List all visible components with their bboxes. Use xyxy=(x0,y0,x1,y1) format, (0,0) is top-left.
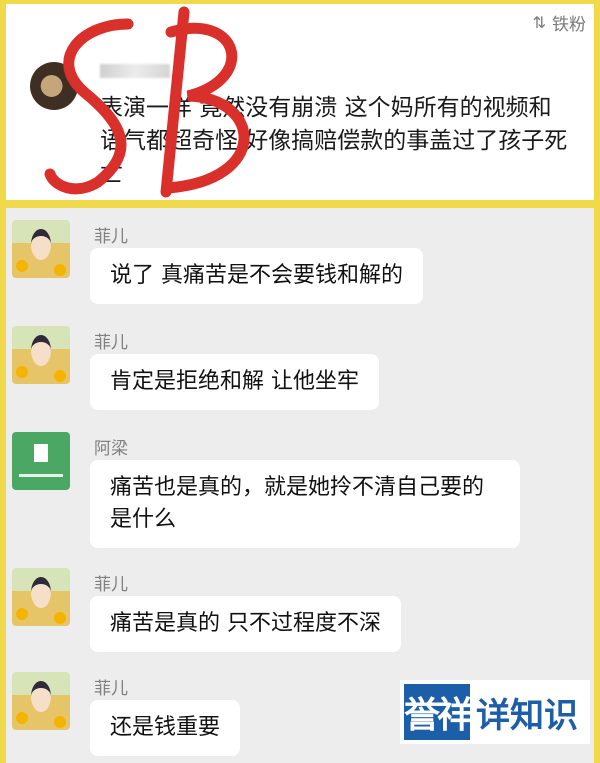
sender-avatar[interactable] xyxy=(12,326,70,384)
sender-name: 菲儿 xyxy=(94,227,128,247)
sender-avatar[interactable] xyxy=(12,568,70,626)
top-comment-panel: ⇅ 铁粉 表演一样 竟然没有崩溃 这个妈所有的视频和语气都超奇怪 好像搞赔偿款的… xyxy=(6,4,594,200)
message-bubble[interactable]: 痛苦也是真的，就是她拎不清自己要的是什么 xyxy=(90,460,520,548)
watermark-logo: 誉祥 详知识 xyxy=(400,680,590,744)
follow-label: 铁粉 xyxy=(552,15,586,35)
follow-tag[interactable]: ⇅ 铁粉 xyxy=(533,10,586,35)
message-bubble[interactable]: 痛苦是真的 只不过程度不深 xyxy=(90,596,401,652)
sender-name: 菲儿 xyxy=(94,575,128,595)
message-bubble[interactable]: 说了 真痛苦是不会要钱和解的 xyxy=(90,248,423,304)
sender-name: 阿梁 xyxy=(94,439,128,459)
logo-mark: 誉祥 xyxy=(404,684,473,740)
sender-avatar[interactable] xyxy=(12,220,70,278)
sender-name: 菲儿 xyxy=(94,679,128,699)
watermark-text: 详知识 xyxy=(476,695,578,736)
commenter-name-blurred xyxy=(100,64,170,78)
commenter-avatar[interactable] xyxy=(30,62,78,110)
comment-text: 表演一样 竟然没有崩溃 这个妈所有的视频和语气都超奇怪 好像搞赔偿款的事盖过了孩… xyxy=(100,95,568,187)
message-bubble[interactable]: 肯定是拒绝和解 让他坐牢 xyxy=(90,354,379,410)
sender-name: 菲儿 xyxy=(94,333,128,353)
sender-avatar[interactable] xyxy=(12,672,70,730)
sort-icon: ⇅ xyxy=(532,13,546,32)
message-bubble[interactable]: 还是钱重要 xyxy=(90,700,241,756)
sender-avatar[interactable] xyxy=(12,432,70,490)
